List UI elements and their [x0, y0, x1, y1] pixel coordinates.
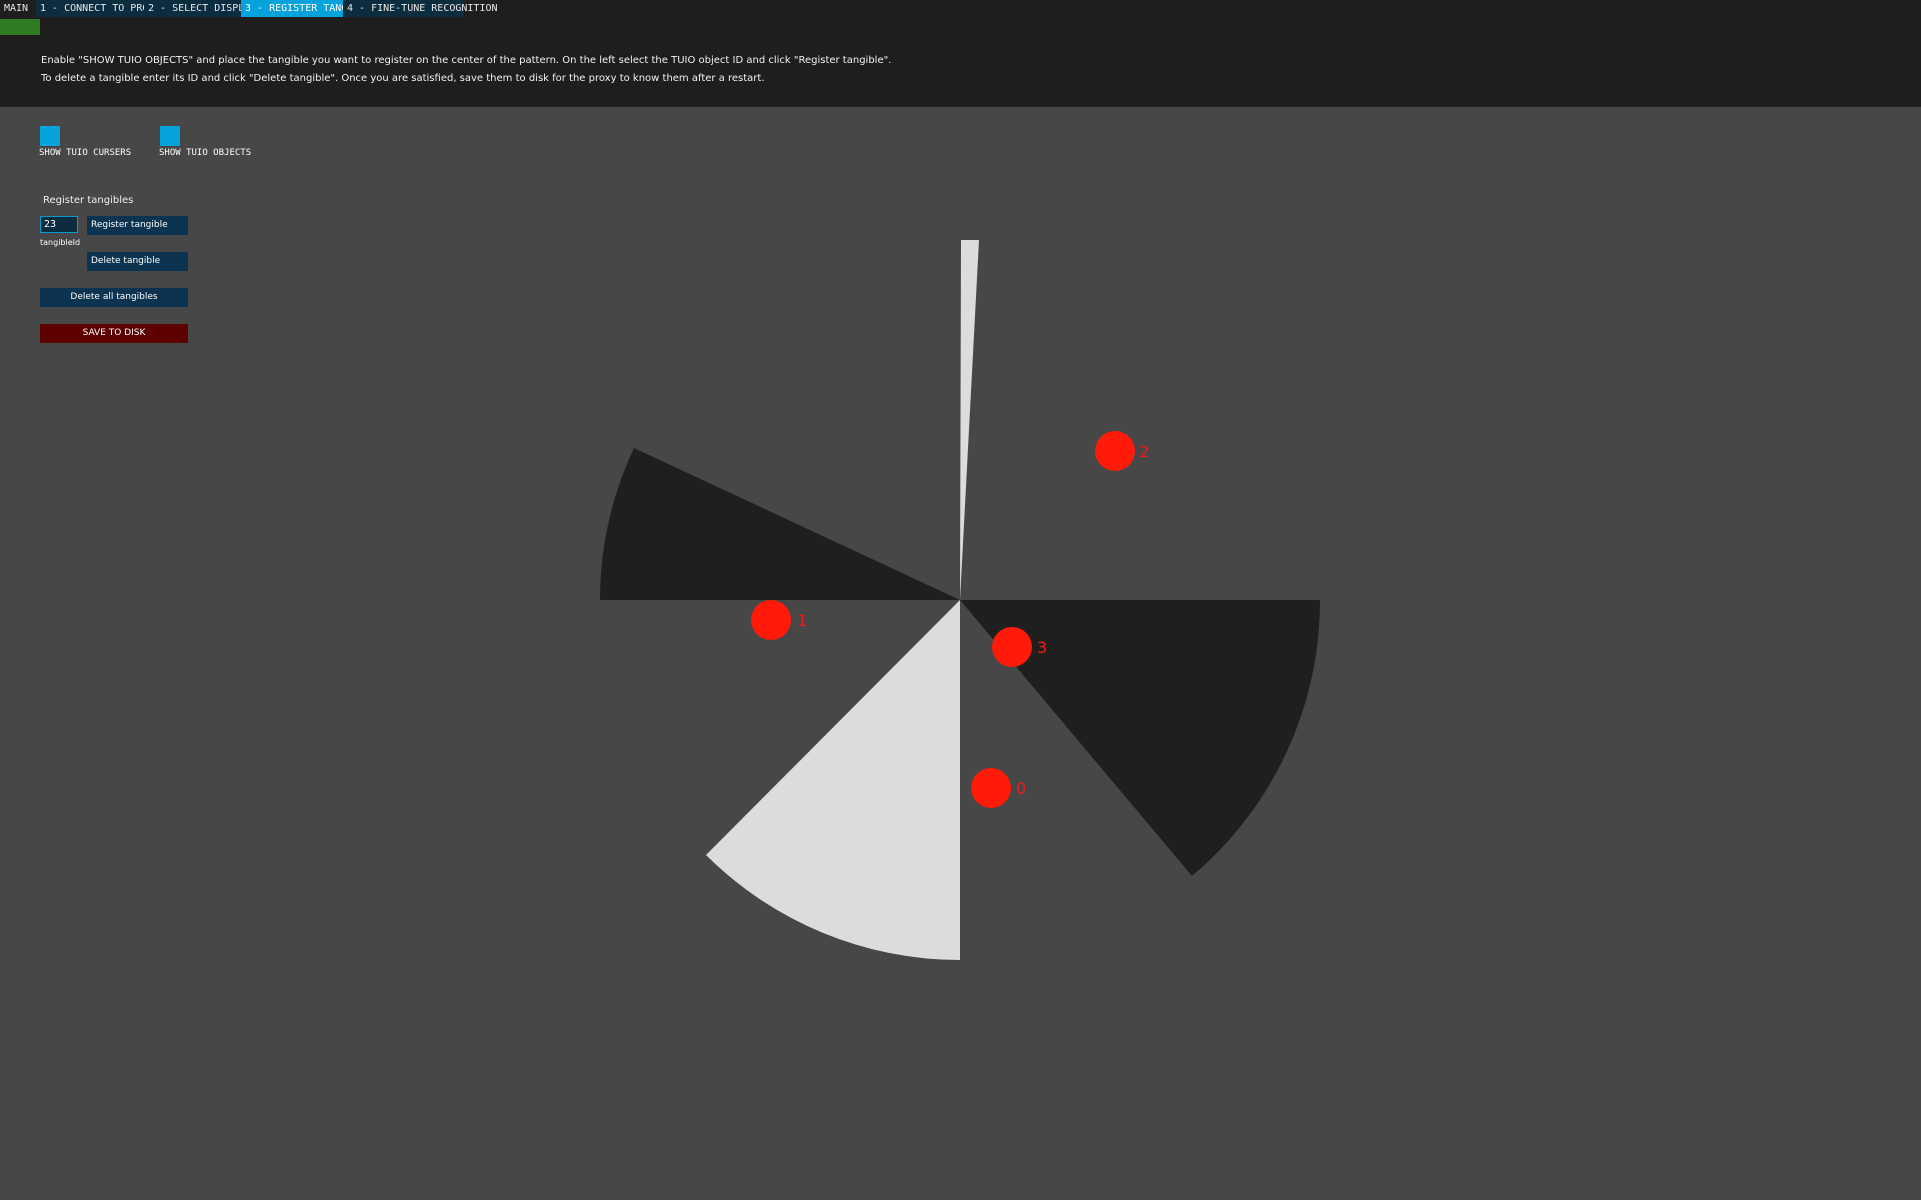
instructions-text: Enable "SHOW TUIO OBJECTS" and place the… [41, 52, 891, 88]
save-to-disk-button[interactable]: SAVE TO DISK [40, 324, 188, 343]
show-tuio-objects-toggle[interactable] [160, 126, 180, 146]
show-tuio-cursors-label: SHOW TUIO CURSERS [39, 148, 132, 158]
header-bar: MAIN 1 - CONNECT TO PROXY 2 - SELECT DIS… [0, 0, 1921, 107]
register-tangible-button[interactable]: Register tangible [87, 216, 188, 235]
marker-label-3: 3 [1037, 638, 1047, 657]
app-window: 0 1 2 3 MAIN 1 - CONNECT TO PROXY 2 - SE… [0, 0, 1921, 1200]
show-tuio-cursors-toggle[interactable] [40, 126, 60, 146]
instructions-line-1: Enable "SHOW TUIO OBJECTS" and place the… [41, 55, 892, 66]
show-tuio-objects-label: SHOW TUIO OBJECTS [159, 148, 252, 158]
delete-tangible-button[interactable]: Delete tangible [87, 252, 188, 271]
marker-label-0: 0 [1016, 779, 1026, 798]
registration-pattern: 0 1 2 3 [600, 240, 1321, 960]
tuio-marker-1: 1 [751, 600, 807, 640]
progress-indicator [0, 19, 40, 35]
register-tangibles-title: Register tangibles [43, 195, 134, 206]
tab-fine-tune-recognition[interactable]: 4 - FINE-TUNE RECOGNITION [343, 0, 498, 17]
instructions-line-2: To delete a tangible enter its ID and cl… [41, 73, 765, 84]
tab-main[interactable]: MAIN [0, 0, 36, 17]
tab-register-tangible[interactable]: 3 - REGISTER TANGIBLE [241, 0, 371, 17]
pattern-wedge-light-bottom-left [706, 600, 960, 960]
tangible-id-label: tangibleId [40, 238, 81, 247]
tab-bar: MAIN 1 - CONNECT TO PROXY 2 - SELECT DIS… [0, 0, 498, 17]
delete-all-tangibles-button[interactable]: Delete all tangibles [40, 288, 188, 307]
marker-label-2: 2 [1139, 442, 1149, 461]
pattern-spike-light-top [960, 240, 979, 600]
tuio-marker-2: 2 [1095, 431, 1149, 471]
tab-connect-to-proxy[interactable]: 1 - CONNECT TO PROXY [36, 0, 160, 17]
tangible-id-input[interactable] [40, 216, 78, 233]
tuio-marker-0: 0 [971, 768, 1026, 808]
tab-select-display[interactable]: 2 - SELECT DISPLAY [144, 0, 256, 17]
pattern-wedge-dark-upper-left [600, 448, 960, 600]
marker-label-1: 1 [797, 611, 807, 630]
